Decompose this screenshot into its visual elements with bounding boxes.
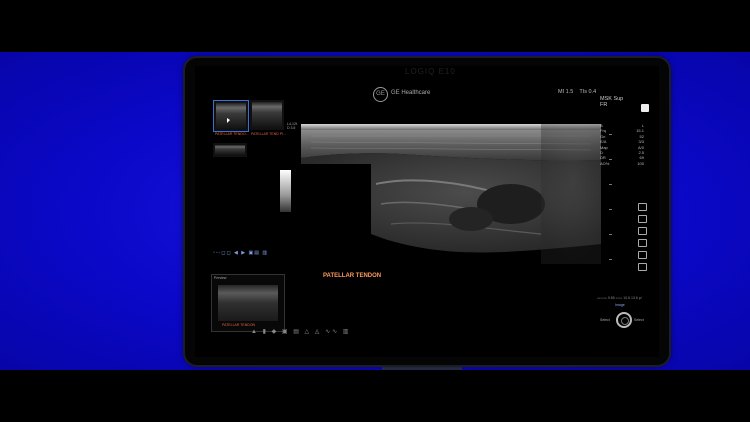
ultrasound-image bbox=[301, 124, 601, 264]
thumbnail-controls[interactable]: ▫◦◦◻◻ ◀ ▶ ▣▤ ▥ bbox=[213, 250, 268, 256]
thumbnail-3[interactable] bbox=[213, 143, 247, 157]
preset-sub: FR bbox=[600, 102, 608, 108]
device-model-title: LOGIQ E10 bbox=[405, 67, 456, 76]
preview-image bbox=[218, 285, 278, 321]
tis-value: TIs 0.4 bbox=[579, 89, 597, 95]
ultrasound-tablet: LOGIQ E10 GE GE Healthcare MI 1.5 TIs 0.… bbox=[185, 58, 669, 365]
preview-label: PATELLAR TENDON bbox=[222, 323, 256, 327]
device-stand bbox=[382, 365, 462, 370]
letterbox-bottom bbox=[0, 370, 750, 422]
tool-icon bbox=[638, 251, 647, 259]
brand-label: GE Healthcare bbox=[391, 90, 431, 96]
image-annotation: PATELLAR TENDON bbox=[323, 273, 382, 279]
thumbnail-1[interactable] bbox=[213, 100, 249, 132]
cursor-icon bbox=[227, 118, 230, 123]
freeze-button[interactable] bbox=[641, 104, 649, 112]
tool-icon bbox=[638, 203, 647, 211]
tool-icon bbox=[638, 215, 647, 223]
control-knob[interactable] bbox=[616, 312, 632, 328]
tablet-screen: LOGIQ E10 GE GE Healthcare MI 1.5 TIs 0.… bbox=[195, 66, 659, 357]
thumbnail-1-label: PATELLAR TENDO... bbox=[215, 132, 249, 136]
ge-logo-icon: GE bbox=[373, 87, 388, 102]
probe-label: L4-12t D 3.5 bbox=[287, 122, 297, 130]
knob-label-right: Select bbox=[634, 318, 644, 322]
side-toolbar[interactable] bbox=[638, 203, 647, 275]
tool-icon bbox=[638, 263, 647, 271]
knob-label-top: Image bbox=[615, 303, 625, 307]
tool-icon bbox=[638, 227, 647, 235]
tool-icons[interactable]: ▲ ▮ ◆ ▣ ▤ △ ◬ ∿∿ ▥ bbox=[251, 328, 350, 335]
thumbnail-2[interactable] bbox=[250, 100, 284, 130]
grayscale-bar bbox=[280, 170, 291, 212]
preview-title: Preview bbox=[214, 276, 227, 280]
parameter-panel: BL Frq 15.1 Gn 52 E/A 3/3 Map A/0 D 2.5 DR 69 … bbox=[600, 123, 644, 166]
tool-icon bbox=[638, 239, 647, 247]
knob-label-left: Select bbox=[600, 318, 610, 322]
preset-block: MSK Sup FR bbox=[600, 96, 623, 108]
thumbnail-2-label: PATELLAR TEND PI... bbox=[251, 132, 287, 136]
depth-scale bbox=[609, 124, 615, 264]
preview-panel[interactable]: Preview PATELLAR TENDON bbox=[211, 274, 285, 332]
param-row: AO% 100 bbox=[600, 160, 644, 166]
status-strip: ▭▭▭ 9.85 ▭▭ 10.6 13.6 p/ bbox=[597, 296, 642, 300]
index-readout: MI 1.5 TIs 0.4 bbox=[558, 89, 596, 95]
mi-value: MI 1.5 bbox=[558, 89, 574, 95]
letterbox-top bbox=[0, 0, 750, 52]
